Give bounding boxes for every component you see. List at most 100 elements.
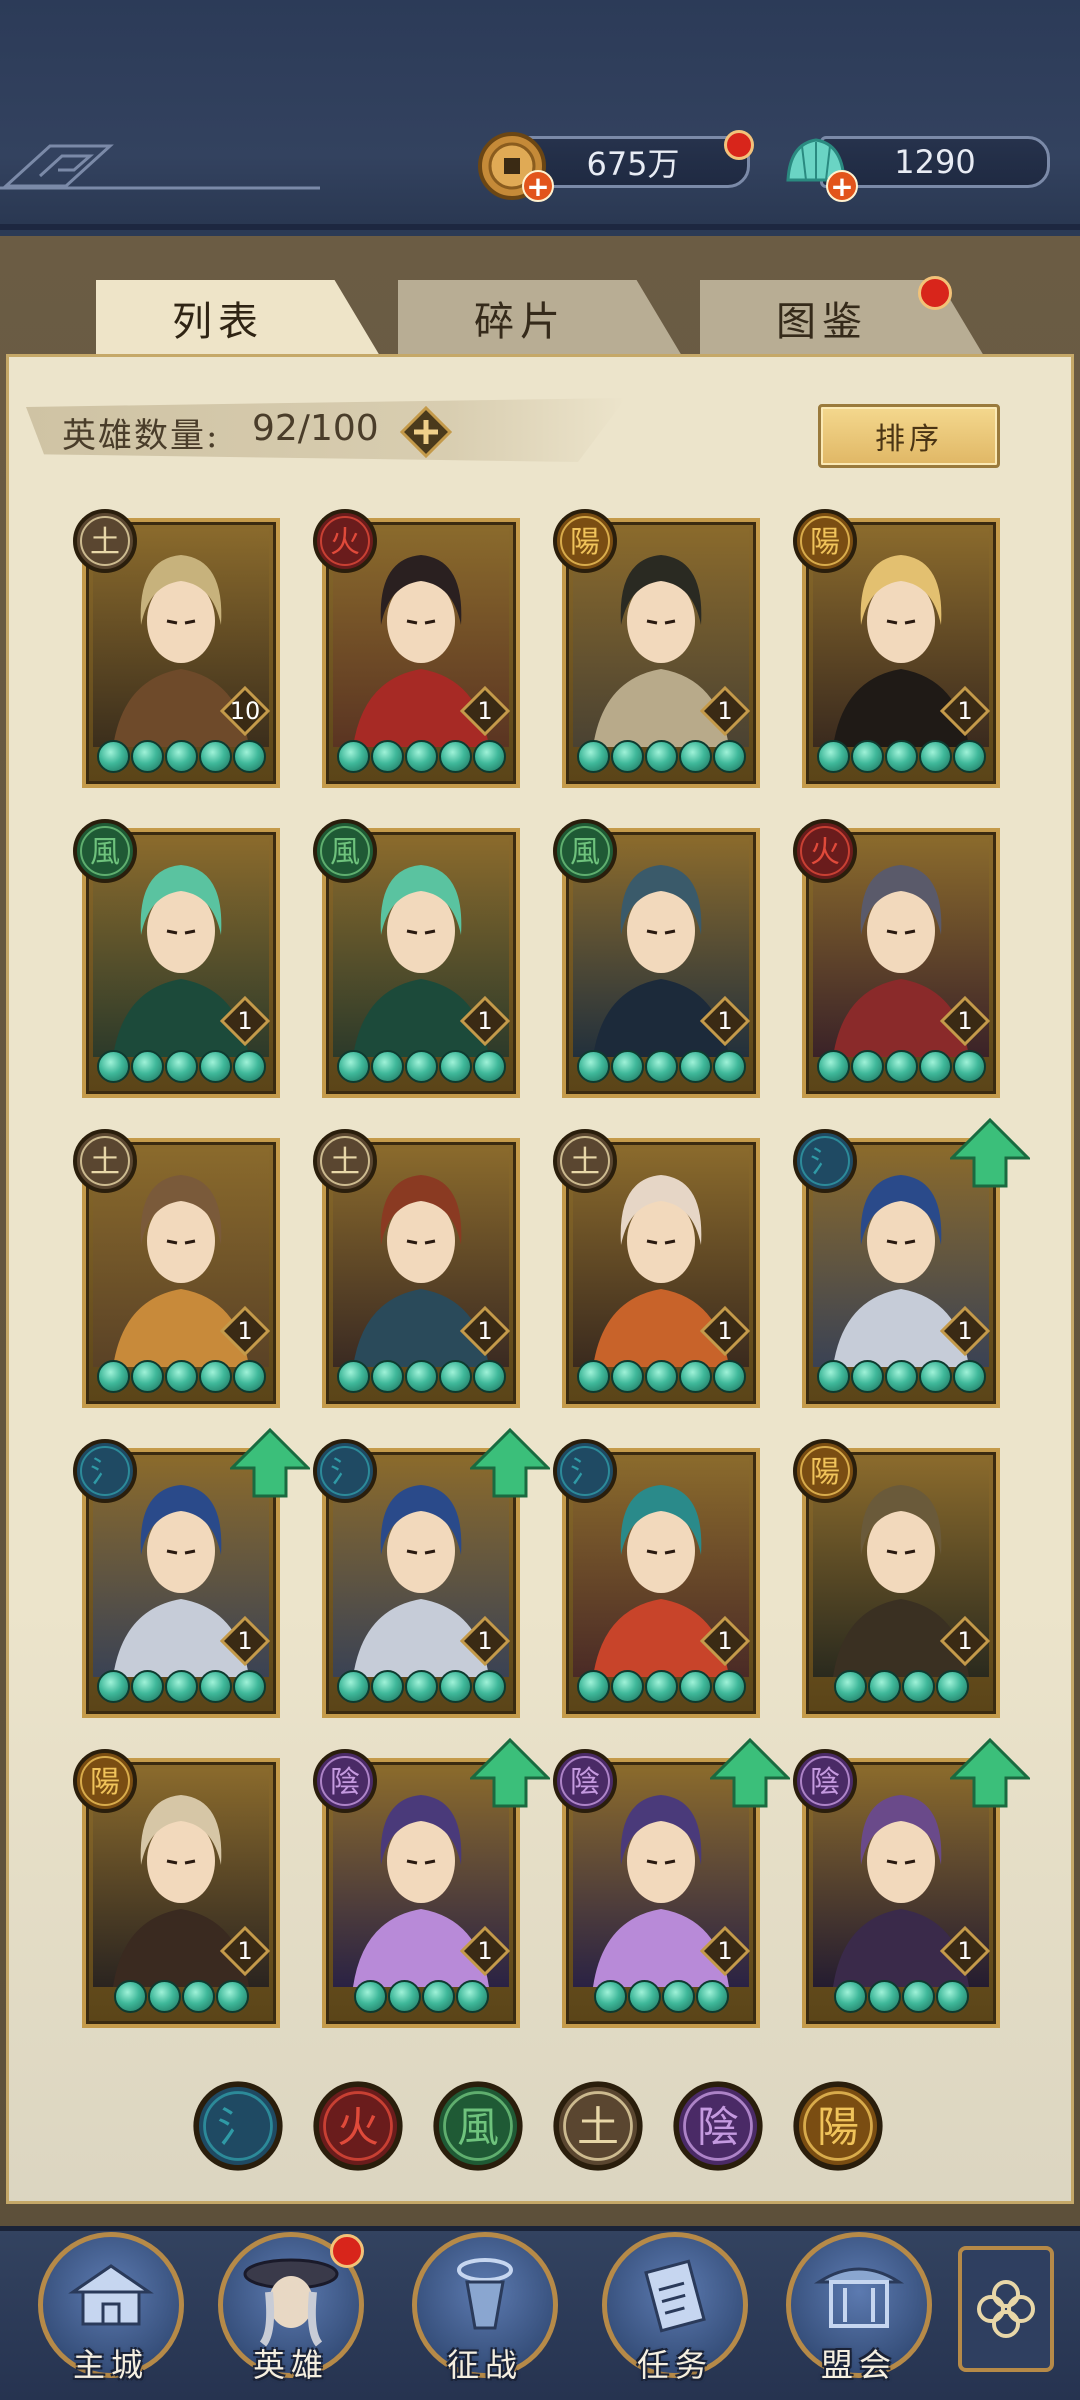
- jade-star-icon: [472, 1050, 506, 1083]
- hero-card[interactable]: 1土: [553, 1129, 760, 1408]
- jade-star-icon: [198, 1670, 232, 1703]
- jade-star-icon: [96, 1360, 130, 1393]
- hero-card[interactable]: 1陽: [793, 1439, 1000, 1718]
- hero-count-bar: 英雄数量: 92/100: [26, 398, 626, 462]
- hero-element-badge: 氵: [72, 1438, 138, 1504]
- hero-card[interactable]: 1陰: [793, 1738, 1030, 2028]
- jade-star-icon: [164, 1360, 198, 1393]
- jade-star-icon: [438, 1360, 472, 1393]
- scroll-task-icon: [644, 2259, 706, 2333]
- hero-element-badge: 氵: [312, 1438, 378, 1504]
- jade-resource[interactable]: 1290 +: [780, 130, 1054, 202]
- hero-card[interactable]: 1土: [313, 1129, 520, 1408]
- hero-card[interactable]: 1風: [73, 819, 280, 1098]
- earth-element-icon: 土: [73, 1129, 137, 1193]
- nav-label: 任务: [636, 2346, 713, 2384]
- jade-star-icon: [695, 1980, 729, 2013]
- hero-star-row: [336, 1360, 506, 1396]
- jade-star-icon: [232, 1670, 266, 1703]
- jade-star-icon: [593, 1980, 627, 2013]
- jade-star-icon: [712, 740, 746, 773]
- hero-level-value: 1: [237, 1007, 253, 1035]
- hero-card[interactable]: 1土: [73, 1129, 280, 1408]
- jade-star-icon: [884, 1360, 918, 1393]
- jade-star-icon: [867, 1980, 901, 2013]
- water-glyph: 氵: [90, 1455, 120, 1490]
- jade-star-icon: [627, 1980, 661, 2013]
- tab-list[interactable]: 列表: [96, 280, 380, 356]
- jade-star-icon: [576, 1050, 610, 1083]
- yang-element-icon: 陽: [793, 509, 857, 573]
- hero-card[interactable]: 10 土: [73, 509, 280, 788]
- jade-star-icon: [952, 740, 986, 773]
- jade-star-icon: [370, 1670, 404, 1703]
- add-copper-button[interactable]: +: [522, 170, 554, 202]
- nav-campaign[interactable]: 征战: [412, 2232, 558, 2392]
- hero-card[interactable]: 1風: [313, 819, 520, 1098]
- copper-notification-dot: [724, 130, 754, 160]
- hero-element-badge: 風: [552, 818, 618, 884]
- yang-glyph: 陽: [810, 1455, 840, 1490]
- jade-star-icon: [472, 1360, 506, 1393]
- hero-level-badge: 1: [699, 995, 751, 1047]
- jade-star-icon: [678, 1360, 712, 1393]
- jade-star-icon: [198, 1360, 232, 1393]
- filter-fire[interactable]: 火: [312, 2080, 404, 2172]
- add-jade-button[interactable]: +: [826, 170, 858, 202]
- hero-card[interactable]: 1氵: [793, 1118, 1030, 1408]
- yin-glyph: 陰: [330, 1765, 360, 1800]
- jade-star-icon: [387, 1980, 421, 2013]
- hero-card[interactable]: 1陰: [313, 1738, 550, 2028]
- hero-card[interactable]: 1氵: [553, 1439, 760, 1718]
- water-element-icon: 氵: [313, 1439, 377, 1503]
- hero-star-row: [576, 1670, 746, 1706]
- hero-star-row: [336, 740, 506, 776]
- jade-star-icon: [850, 1360, 884, 1393]
- hero-level-value: 1: [717, 697, 733, 725]
- hero-star-row: [816, 1980, 986, 2016]
- hero-card[interactable]: 1氵: [313, 1428, 550, 1718]
- tab-fragments[interactable]: 碎片: [398, 280, 682, 356]
- filter-earth[interactable]: 土: [552, 2080, 644, 2172]
- filter-yin[interactable]: 陰: [672, 2080, 764, 2172]
- hero-star-row: [576, 740, 746, 776]
- jade-star-icon: [438, 740, 472, 773]
- earth-glyph: 土: [330, 1145, 360, 1180]
- copper-resource[interactable]: 675万 +: [476, 130, 756, 202]
- hero-level-value: 1: [717, 1317, 733, 1345]
- wind-element-icon: 風: [73, 819, 137, 883]
- jade-star-icon: [610, 1360, 644, 1393]
- hero-card[interactable]: 1陰: [553, 1738, 790, 2028]
- sort-button[interactable]: 排序: [818, 404, 1000, 468]
- jade-star-icon: [130, 1670, 164, 1703]
- hero-card[interactable]: 1陽: [73, 1749, 280, 2028]
- jade-star-icon: [610, 1050, 644, 1083]
- hero-card[interactable]: 1火: [793, 819, 1000, 1098]
- filter-yang[interactable]: 陽: [792, 2080, 884, 2172]
- city-gate-icon: [68, 2264, 154, 2326]
- nav-alliance[interactable]: 盟会: [786, 2232, 932, 2392]
- wind-glyph: 風: [330, 835, 360, 870]
- hero-card[interactable]: 1火: [313, 509, 520, 788]
- jade-star-icon: [370, 740, 404, 773]
- hero-card[interactable]: 1風: [553, 819, 760, 1098]
- jade-star-icon: [455, 1980, 489, 2013]
- filter-water[interactable]: 氵: [192, 2080, 284, 2172]
- jade-star-icon: [113, 1980, 147, 2013]
- menu-button[interactable]: [958, 2246, 1054, 2372]
- filter-wind[interactable]: 風: [432, 2080, 524, 2172]
- jade-star-icon: [472, 1670, 506, 1703]
- nav-label: 征战: [446, 2346, 523, 2384]
- hero-card[interactable]: 1氵: [73, 1428, 310, 1718]
- hero-card[interactable]: 1陽: [553, 509, 760, 788]
- hero-level-badge: 1: [219, 1615, 271, 1667]
- hero-card[interactable]: 1陽: [793, 509, 1000, 788]
- jade-star-icon: [935, 1980, 969, 2013]
- nav-city[interactable]: 主城: [38, 2232, 184, 2392]
- cloud-ornament-icon: [0, 144, 320, 190]
- expand-capacity-button[interactable]: [400, 406, 452, 458]
- alliance-pavilion-icon: [813, 2267, 905, 2328]
- nav-tasks[interactable]: 任务: [602, 2232, 748, 2392]
- nav-label: 英雄: [252, 2346, 329, 2384]
- jade-star-icon: [576, 740, 610, 773]
